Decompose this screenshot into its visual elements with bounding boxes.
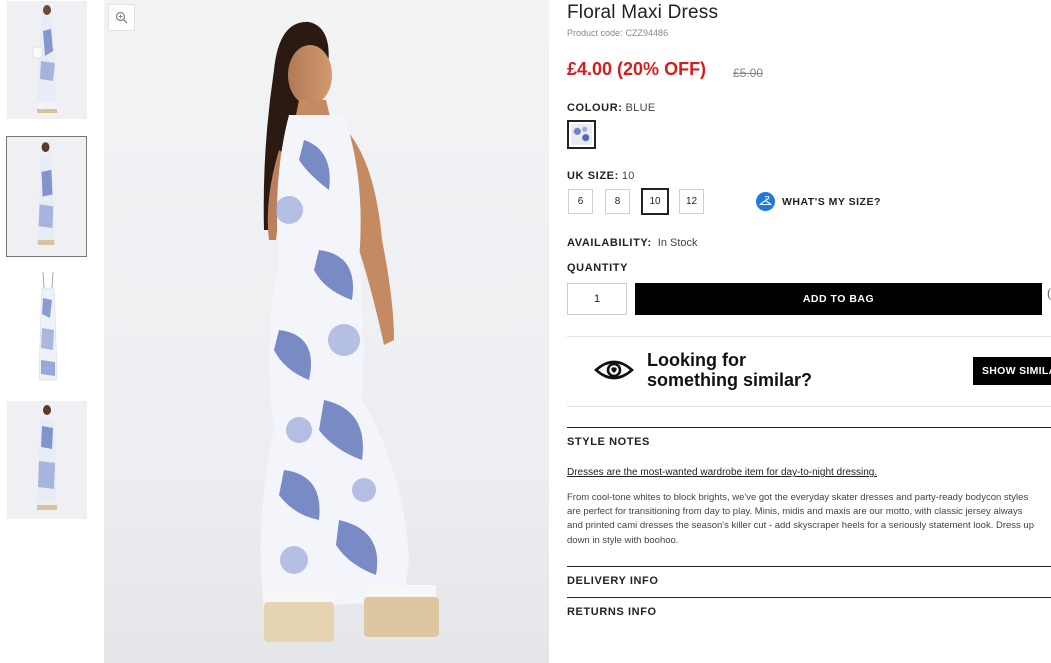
hanger-icon [756,192,775,211]
sale-price: £4.00 (20% OFF) [567,59,707,79]
show-similar-button[interactable]: SHOW SIMILAR [973,357,1051,385]
style-notes-heading[interactable]: STYLE NOTES [567,436,650,448]
size-guide-label: WHAT'S MY SIZE? [782,195,881,208]
style-notes-link[interactable]: Dresses are the most-wanted wardrobe ite… [567,467,877,478]
size-value: 10 [621,170,635,182]
style-notes-line: and printed cami dresses the season's ki… [567,520,1034,532]
colour-row: COLOUR: BLUE [567,98,655,116]
style-notes-line: From cool-tone whites to block brights, … [567,492,1029,503]
product-code-value: CZZ94486 [625,28,669,38]
dress-flatlay-thumbnail-image [7,268,87,386]
similar-prompt: Looking for something similar? [647,350,812,390]
colour-label: COLOUR: [567,102,623,114]
style-notes-line: down in style with boohoo. [567,534,679,546]
style-notes-line: are perfect for transitioning from day t… [567,506,1023,518]
similar-prompt-line2: something similar? [647,370,813,390]
gallery-thumbnail-2[interactable] [6,136,87,257]
eye-icon [594,358,634,387]
colour-swatch-blue[interactable] [567,120,596,149]
section-divider [567,597,1051,598]
size-option-6[interactable]: 6 [568,189,593,214]
quantity-label: QUANTITY [567,262,629,274]
quantity-input[interactable] [567,283,627,315]
product-title: Floral Maxi Dress [567,2,719,23]
divider [567,336,1051,337]
model-thumbnail-image [7,1,87,119]
add-to-bag-button[interactable]: ADD TO BAG [635,283,1042,315]
zoom-in-icon [115,11,128,24]
size-guide-link[interactable]: WHAT'S MY SIZE? [756,192,881,211]
availability-row: AVAILABILITY: In Stock [567,233,698,251]
similar-prompt-line1: Looking for [647,350,746,370]
availability-value: In Stock [657,237,698,249]
style-notes-body: From cool-tone whites to block brights, … [567,491,1051,548]
model-thumbnail-image [7,137,86,256]
size-label: UK SIZE: [567,170,619,182]
size-row: UK SIZE: 10 [567,166,635,184]
main-product-image[interactable] [104,0,549,663]
availability-label: AVAILABILITY: [567,237,652,249]
gallery-thumbnail-1[interactable] [7,1,87,119]
product-code: Product code: CZZ94486 [567,28,668,38]
zoom-button[interactable] [108,4,135,31]
gallery-thumbnail-4[interactable] [7,401,87,519]
original-price: £5.00 [733,66,764,80]
section-divider [567,566,1051,567]
model-thumbnail-image [7,401,87,519]
wishlist-button[interactable]: ( [1047,286,1051,300]
product-code-label: Product code: [567,28,623,38]
size-option-12[interactable]: 12 [679,189,704,214]
section-divider [567,427,1051,428]
gallery-thumbnail-3[interactable] [7,268,87,386]
swatch-pattern [571,124,592,145]
delivery-info-heading[interactable]: DELIVERY INFO [567,575,659,587]
size-option-8[interactable]: 8 [605,189,630,214]
returns-info-heading[interactable]: RETURNS INFO [567,606,657,618]
divider [567,406,1051,407]
colour-value: BLUE [625,102,656,114]
size-option-10[interactable]: 10 [641,188,669,215]
